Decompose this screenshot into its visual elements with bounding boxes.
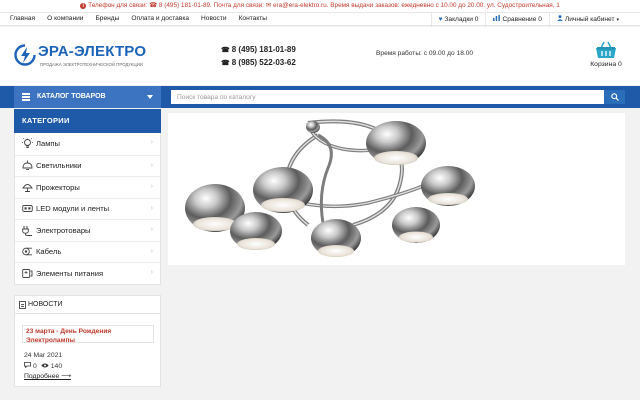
basket-icon (596, 41, 616, 58)
floodlight-icon (21, 181, 33, 193)
chevron-right-icon: › (150, 183, 153, 190)
eye-icon (41, 363, 49, 370)
comment-icon (24, 362, 31, 370)
info-icon: i (80, 3, 87, 9)
logo-bolt-icon (14, 44, 36, 66)
work-hours: Время работы: с 09.00 до 18.00 (376, 50, 474, 57)
logo-title: ЭРА-ЭЛЕКТРО (38, 43, 147, 60)
nav-link-brands[interactable]: Бренды (95, 13, 119, 27)
news-date: 24 Mar 2021 (24, 352, 63, 359)
category-label: Светильники (36, 161, 82, 171)
account-label: Личный кабинет (564, 16, 615, 23)
chevron-right-icon: › (150, 139, 153, 146)
chevron-right-icon: › (150, 269, 153, 276)
phone-icon: ☎ (221, 60, 230, 67)
search-icon (610, 93, 619, 101)
bulb-icon (21, 138, 33, 150)
news-header: НОВОСТИ (15, 296, 160, 314)
news-comments-count: 0 (33, 362, 37, 370)
nav-link-payment-delivery[interactable]: Оплата и доставка (131, 13, 189, 27)
category-item-cable[interactable]: Кабель › (15, 240, 160, 263)
chevron-down-icon: ▾ (616, 17, 619, 23)
nav-link-about[interactable]: О компании (47, 13, 83, 27)
chevron-right-icon: › (150, 161, 153, 169)
category-label: Элементы питания (36, 268, 104, 278)
category-label: Прожекторы (36, 182, 80, 192)
nav-link-contacts[interactable]: Контакты (239, 13, 267, 27)
catalog-menu-button[interactable]: КАТАЛОГ ТОВАРОВ (14, 86, 161, 108)
document-icon (19, 300, 26, 309)
news-title-link[interactable]: 23 марта - День Рождения Электролампы (26, 327, 150, 345)
category-list: Лампы › Светильники › Прожекторы › LED м… (14, 133, 161, 285)
categories-header: КАТЕГОРИИ (14, 109, 161, 133)
catalog-label: КАТАЛОГ ТОВАРОВ (37, 93, 106, 100)
user-links: ♥ Закладки 0 Сравнение 0 Личный кабинет … (430, 13, 626, 27)
contact-text: Телефон для связи: ☎ 8 (495) 181-01-89. … (88, 2, 560, 9)
caret-down-icon (147, 95, 153, 99)
site-logo[interactable]: ЭРА-ЭЛЕКТРО продажа электротехнической п… (14, 43, 164, 71)
catalog-search-bar: КАТАЛОГ ТОВАРОВ (0, 86, 640, 108)
ceiling-lamp-icon (21, 160, 33, 172)
category-item-luminaires[interactable]: Светильники › (15, 154, 160, 177)
phone-2[interactable]: ☎ 8 (985) 522-03-62 (221, 57, 296, 70)
bookmarks-label: Закладки 0 (444, 16, 479, 23)
bar-chart-icon (493, 14, 501, 26)
cart-button[interactable]: Корзина 0 (586, 40, 626, 68)
search-input[interactable] (171, 90, 604, 104)
menu-icon (22, 92, 30, 102)
news-header-label: НОВОСТИ (28, 301, 63, 308)
top-navigation: Главная О компании Бренды Оплата и доста… (0, 12, 640, 27)
news-views-count: 140 (50, 362, 63, 370)
nav-link-home[interactable]: Главная (10, 13, 35, 27)
news-stats: 0 140 (24, 362, 62, 370)
compare-link[interactable]: Сравнение 0 (485, 13, 548, 27)
chandelier-image (185, 119, 475, 257)
news-more-link[interactable]: Подробнее ⟶ (24, 372, 71, 380)
category-label: Лампы (36, 139, 60, 149)
category-item-led-modules[interactable]: LED модули и ленты › (15, 197, 160, 220)
chevron-right-icon: › (150, 226, 153, 233)
user-icon (557, 14, 563, 26)
logo-subtitle: продажа электротехнической продукции (40, 62, 143, 67)
heart-icon: ♥ (438, 16, 443, 23)
plug-icon (21, 224, 33, 236)
battery-icon (21, 267, 33, 279)
account-dropdown[interactable]: Личный кабинет ▾ (548, 13, 626, 27)
search-button[interactable] (604, 90, 625, 104)
nav-links: Главная О компании Бренды Оплата и доста… (10, 13, 279, 27)
news-more-label: Подробнее (24, 373, 60, 380)
category-label: LED модули и ленты (36, 204, 110, 214)
category-item-floodlights[interactable]: Прожекторы › (15, 176, 160, 198)
bookmarks-link[interactable]: ♥ Закладки 0 (430, 13, 486, 27)
phone-block: ☎ 8 (495) 181-01-89 ☎ 8 (985) 522-03-62 (221, 44, 296, 70)
led-strip-icon (21, 203, 33, 215)
category-item-lamps[interactable]: Лампы › (15, 133, 160, 155)
category-item-batteries[interactable]: Элементы питания › (15, 262, 160, 284)
category-label: Кабель (36, 247, 62, 257)
phone-icon: ☎ (221, 47, 230, 54)
category-label: Электротовары (36, 225, 91, 235)
cart-label: Корзина 0 (590, 61, 622, 68)
chandelier-banner[interactable] (168, 113, 625, 265)
phone-2-number: 8 (985) 522-03-62 (231, 58, 296, 67)
phone-1[interactable]: ☎ 8 (495) 181-01-89 (221, 44, 296, 57)
phone-1-number: 8 (495) 181-01-89 (231, 45, 296, 54)
contact-topbar: i Телефон для связи: ☎ 8 (495) 181-01-89.… (0, 0, 640, 12)
chevron-right-icon: › (150, 204, 153, 212)
cable-icon (21, 246, 33, 258)
nav-link-news[interactable]: Новости (201, 13, 227, 27)
category-item-electrical-goods[interactable]: Электротовары › (15, 219, 160, 241)
compare-label: Сравнение 0 (502, 16, 542, 23)
site-header: ЭРА-ЭЛЕКТРО продажа электротехнической п… (0, 27, 640, 85)
chevron-right-icon: › (150, 247, 153, 255)
categories-sidebar: КАТЕГОРИИ Лампы › Светильники › Прожекто… (14, 109, 161, 285)
arrow-right-icon: ⟶ (61, 373, 71, 380)
news-widget: НОВОСТИ 23 марта - День Рождения Электро… (14, 295, 161, 387)
news-title-box: 23 марта - День Рождения Электролампы (22, 325, 154, 345)
